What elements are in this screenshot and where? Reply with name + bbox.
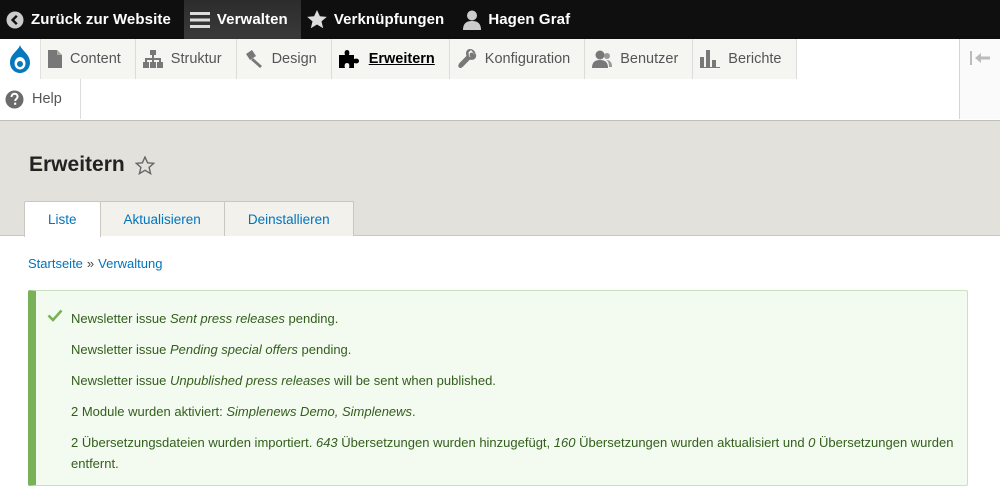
- menu-item-help[interactable]: Help: [0, 79, 81, 119]
- tab-update[interactable]: Aktualisieren: [100, 201, 225, 236]
- admin-tray: Content Struktur Design Erweitern Konfig…: [0, 39, 1000, 121]
- breadcrumb-admin-link[interactable]: Verwaltung: [98, 256, 162, 271]
- menu-item-extend[interactable]: Erweitern: [331, 39, 450, 79]
- message-emphasis: Simplenews Demo, Simplenews: [226, 404, 413, 419]
- hamburger-icon: [189, 11, 210, 28]
- message-text: Übersetzungen wurden aktualisiert und: [575, 435, 809, 450]
- back-to-site-label: Zurück zur Website: [31, 11, 171, 28]
- menu-item-label: Struktur: [170, 51, 222, 67]
- page-title: Erweitern: [29, 153, 155, 177]
- wrench-icon: [458, 49, 476, 69]
- message-text: Newsletter issue: [71, 342, 170, 357]
- shortcuts-tab[interactable]: Verknüpfungen: [301, 0, 457, 39]
- back-to-site-link[interactable]: Zurück zur Website: [0, 0, 184, 39]
- menu-item-label: Content: [70, 51, 121, 67]
- manage-label: Verwalten: [216, 11, 288, 28]
- message-text: pending.: [284, 311, 339, 326]
- menu-item-configuration[interactable]: Konfiguration: [449, 39, 586, 79]
- tab-label: Aktualisieren: [123, 211, 201, 227]
- tray-orientation-toggle[interactable]: [959, 39, 1000, 119]
- menu-item-label: Benutzer: [620, 51, 679, 67]
- page-title-text: Erweitern: [29, 153, 125, 176]
- status-message: Newsletter issue Sent press releases pen…: [71, 308, 961, 329]
- status-message: 2 Module wurden aktiviert: Simplenews De…: [71, 401, 961, 422]
- collapse-left-icon: [970, 51, 990, 65]
- user-icon: [463, 10, 482, 30]
- tab-label: Liste: [48, 212, 77, 227]
- status-message-list: Newsletter issue Sent press releases pen…: [71, 308, 961, 484]
- drupal-logo-icon[interactable]: [0, 39, 41, 79]
- user-tab[interactable]: Hagen Graf: [457, 0, 583, 39]
- breadcrumb: Startseite» Verwaltung: [28, 256, 162, 271]
- message-text: Übersetzungen wurden hinzugefügt,: [337, 435, 554, 450]
- menu-item-label: Help: [32, 91, 62, 107]
- status-message: Newsletter issue Pending special offers …: [71, 339, 961, 360]
- add-shortcut-star-icon[interactable]: [134, 155, 155, 175]
- menu-item-structure[interactable]: Struktur: [135, 39, 237, 79]
- tab-uninstall[interactable]: Deinstallieren: [224, 201, 354, 236]
- message-text: 2 Übersetzungsdateien wurden importiert.: [71, 435, 316, 450]
- page-header: Erweitern Liste Aktualisieren Deinstalli…: [0, 121, 1000, 237]
- primary-tabs: Liste Aktualisieren Deinstallieren: [24, 201, 354, 237]
- menu-item-design[interactable]: Design: [236, 39, 332, 79]
- message-emphasis: 643: [315, 435, 338, 450]
- message-emphasis: 160: [553, 435, 576, 450]
- tab-label: Deinstallieren: [247, 211, 330, 227]
- user-label: Hagen Graf: [488, 11, 571, 28]
- check-icon: [47, 309, 63, 327]
- status-messages: Newsletter issue Sent press releases pen…: [28, 290, 968, 486]
- menu-item-label: Erweitern: [368, 51, 435, 67]
- message-text: Newsletter issue: [71, 311, 170, 326]
- menu-item-content[interactable]: Content: [41, 39, 136, 79]
- message-emphasis: Unpublished press releases: [169, 373, 331, 388]
- message-emphasis: Sent press releases: [169, 311, 285, 326]
- menu-item-label: Design: [271, 51, 317, 67]
- puzzle-icon: [338, 50, 359, 68]
- file-icon: [48, 50, 62, 68]
- message-text: .: [412, 404, 416, 419]
- status-message: 2 Übersetzungsdateien wurden importiert.…: [71, 432, 961, 474]
- manage-tab[interactable]: Verwalten: [183, 0, 301, 39]
- menu-item-label: Berichte: [728, 51, 782, 67]
- star-icon: [307, 10, 327, 29]
- tab-list[interactable]: Liste: [24, 201, 101, 237]
- menu-item-label: Konfiguration: [484, 51, 571, 67]
- menu-item-people[interactable]: Benutzer: [585, 39, 694, 79]
- breadcrumb-home-link[interactable]: Startseite: [28, 256, 83, 271]
- menu-item-reports[interactable]: Berichte: [693, 39, 797, 79]
- status-message: Newsletter issue Unpublished press relea…: [71, 370, 961, 391]
- paintbrush-icon: [245, 50, 262, 68]
- message-text: pending.: [297, 342, 352, 357]
- sitemap-icon: [142, 50, 163, 68]
- chevron-left-circle-icon: [6, 11, 24, 28]
- help-circle-icon: [5, 90, 24, 108]
- message-text: Newsletter issue: [71, 373, 170, 388]
- breadcrumb-separator: »: [86, 256, 95, 271]
- users-icon: [592, 50, 613, 68]
- message-text: 2 Module wurden aktiviert:: [71, 404, 227, 419]
- message-text: will be sent when published.: [330, 373, 496, 388]
- shortcuts-label: Verknüpfungen: [333, 11, 445, 28]
- message-emphasis: Pending special offers: [169, 342, 298, 357]
- admin-toolbar: Zurück zur Website Verwalten Verknüpfung…: [0, 0, 1000, 39]
- bar-chart-icon: [700, 50, 721, 68]
